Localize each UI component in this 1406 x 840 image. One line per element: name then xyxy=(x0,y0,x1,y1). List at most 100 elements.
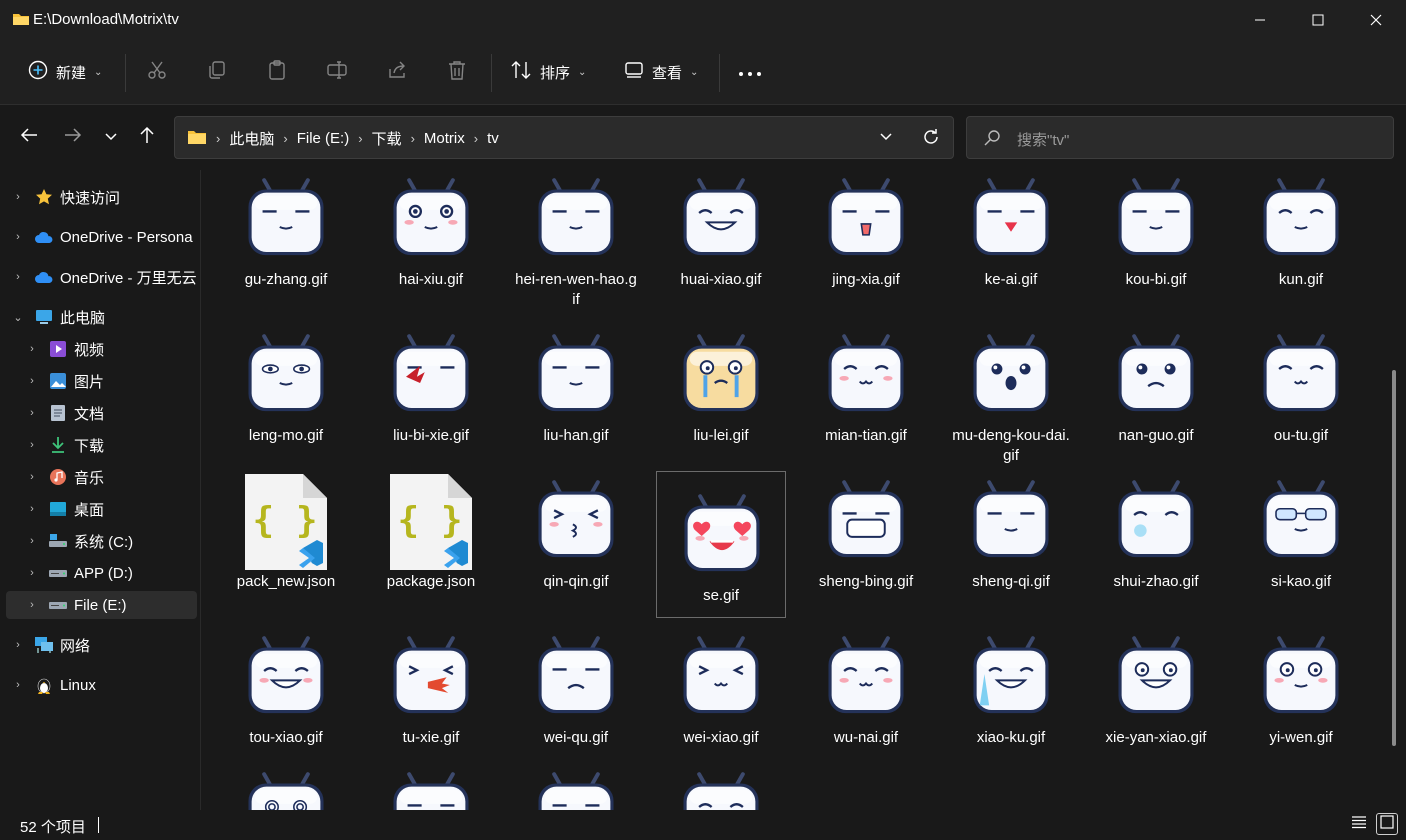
gif-file-tile[interactable] xyxy=(511,764,641,810)
new-button[interactable]: 新建 ⌄ xyxy=(28,54,102,90)
gif-file-tile[interactable]: ou-tu.gif xyxy=(1236,326,1366,446)
gif-file-tile[interactable]: qin-qin.gif xyxy=(511,472,641,592)
more-options-button[interactable] xyxy=(738,54,762,90)
sidebar-item[interactable]: › 快速访问 xyxy=(6,183,197,211)
paste-button[interactable] xyxy=(266,54,288,90)
chevron-right-icon[interactable]: › xyxy=(24,471,40,483)
chevron-right-icon[interactable]: › xyxy=(24,567,40,579)
json-file-tile[interactable]: { } package.json xyxy=(366,472,496,592)
chevron-down-icon[interactable]: ⌄ xyxy=(10,311,26,324)
maximize-button[interactable] xyxy=(1289,0,1347,40)
breadcrumb-separator-icon[interactable]: › xyxy=(411,131,415,146)
breadcrumb-item[interactable]: 此电脑 xyxy=(229,128,274,149)
back-button[interactable] xyxy=(14,122,44,152)
gif-file-tile[interactable]: leng-mo.gif xyxy=(221,326,351,446)
gif-file-tile[interactable]: huai-xiao.gif xyxy=(656,170,786,290)
close-button[interactable] xyxy=(1347,0,1405,40)
breadcrumb-item[interactable]: File (E:) xyxy=(297,130,350,147)
gif-file-tile[interactable]: shui-zhao.gif xyxy=(1091,472,1221,592)
sidebar-item[interactable]: › Linux xyxy=(6,671,197,699)
gif-file-tile[interactable]: gu-zhang.gif xyxy=(221,170,351,290)
refresh-icon[interactable] xyxy=(921,127,941,151)
gif-file-tile[interactable]: jing-xia.gif xyxy=(801,170,931,290)
large-icons-view-button[interactable] xyxy=(1376,813,1398,835)
gif-file-tile[interactable]: hai-xiu.gif xyxy=(366,170,496,290)
gif-file-tile[interactable]: mian-tian.gif xyxy=(801,326,931,446)
breadcrumb-separator-icon[interactable]: › xyxy=(283,131,287,146)
cut-button[interactable] xyxy=(146,54,168,90)
breadcrumb-item[interactable]: tv xyxy=(487,130,499,147)
search-box[interactable]: 搜索"tv" xyxy=(966,116,1394,159)
address-bar[interactable]: › 此电脑 › File (E:) › 下载 › Motrix › tv xyxy=(174,116,954,159)
gif-file-tile[interactable]: kou-bi.gif xyxy=(1091,170,1221,290)
chevron-right-icon[interactable]: › xyxy=(24,535,40,547)
gif-file-tile[interactable]: sheng-qi.gif xyxy=(946,472,1076,592)
gif-file-tile[interactable]: xiao-ku.gif xyxy=(946,628,1076,748)
delete-button[interactable] xyxy=(446,54,468,90)
gif-file-tile[interactable]: tu-xie.gif xyxy=(366,628,496,748)
title-bar[interactable]: E:\Download\Motrix\tv xyxy=(0,0,1406,40)
chevron-right-icon[interactable]: › xyxy=(24,599,40,611)
gif-file-tile[interactable]: wu-nai.gif xyxy=(801,628,931,748)
gif-file-tile[interactable]: yi-wen.gif xyxy=(1236,628,1366,748)
vertical-scrollbar-thumb[interactable] xyxy=(1392,370,1396,746)
breadcrumb-item[interactable]: Motrix xyxy=(424,130,465,147)
sidebar-item[interactable]: › 视频 xyxy=(6,335,197,363)
copy-button[interactable] xyxy=(206,54,228,90)
chevron-right-icon[interactable]: › xyxy=(24,343,40,355)
gif-file-tile[interactable]: liu-bi-xie.gif xyxy=(366,326,496,446)
gif-file-tile[interactable]: liu-han.gif xyxy=(511,326,641,446)
gif-file-tile[interactable]: hei-ren-wen-hao.gif xyxy=(511,170,641,310)
sidebar-item[interactable]: › 网络 xyxy=(6,631,197,659)
gif-file-tile[interactable] xyxy=(366,764,496,810)
view-button[interactable]: 查看 ⌄ xyxy=(624,54,698,90)
rename-button[interactable] xyxy=(326,54,348,90)
up-button[interactable] xyxy=(132,122,162,152)
chevron-right-icon[interactable]: › xyxy=(24,407,40,419)
sidebar-item[interactable]: › 下载 xyxy=(6,431,197,459)
sidebar-item[interactable]: › 桌面 xyxy=(6,495,197,523)
sidebar-item[interactable]: › OneDrive - Persona xyxy=(6,223,197,251)
minimize-button[interactable] xyxy=(1231,0,1289,40)
gif-file-tile[interactable]: xie-yan-xiao.gif xyxy=(1091,628,1221,748)
sidebar-item[interactable]: ⌄ 此电脑 xyxy=(6,303,197,331)
gif-file-tile[interactable]: nan-guo.gif xyxy=(1091,326,1221,446)
chevron-right-icon[interactable]: › xyxy=(10,679,26,691)
breadcrumb-item[interactable]: 下载 xyxy=(372,128,402,149)
gif-file-tile[interactable]: kun.gif xyxy=(1236,170,1366,290)
chevron-right-icon[interactable]: › xyxy=(10,271,26,283)
sidebar-item[interactable]: › File (E:) xyxy=(6,591,197,619)
sidebar-item[interactable]: › APP (D:) xyxy=(6,559,197,587)
json-file-tile[interactable]: { } pack_new.json xyxy=(221,472,351,592)
chevron-right-icon[interactable]: › xyxy=(24,439,40,451)
sidebar-item[interactable]: › 文档 xyxy=(6,399,197,427)
breadcrumb-separator-icon[interactable]: › xyxy=(358,131,362,146)
gif-file-tile[interactable]: se.gif xyxy=(656,471,786,618)
breadcrumb-separator-icon[interactable]: › xyxy=(216,131,220,146)
gif-file-tile[interactable]: sheng-bing.gif xyxy=(801,472,931,592)
chevron-right-icon[interactable]: › xyxy=(10,639,26,651)
recent-locations-button[interactable] xyxy=(96,122,126,152)
share-button[interactable] xyxy=(386,54,408,90)
sidebar-item[interactable]: › 图片 xyxy=(6,367,197,395)
sidebar-item[interactable]: › OneDrive - 万里无云 xyxy=(6,263,197,291)
sidebar-item[interactable]: › 音乐 xyxy=(6,463,197,491)
gif-file-tile[interactable]: wei-xiao.gif xyxy=(656,628,786,748)
gif-file-tile[interactable] xyxy=(656,764,786,810)
sidebar-item[interactable]: › 系统 (C:) xyxy=(6,527,197,555)
forward-button[interactable] xyxy=(58,122,88,152)
gif-file-tile[interactable]: ke-ai.gif xyxy=(946,170,1076,290)
gif-file-tile[interactable]: wei-qu.gif xyxy=(511,628,641,748)
gif-file-tile[interactable] xyxy=(221,764,351,810)
chevron-right-icon[interactable]: › xyxy=(24,503,40,515)
chevron-right-icon[interactable]: › xyxy=(24,375,40,387)
breadcrumb-separator-icon[interactable]: › xyxy=(474,131,478,146)
chevron-down-icon[interactable] xyxy=(879,129,893,146)
chevron-right-icon[interactable]: › xyxy=(10,231,26,243)
gif-file-tile[interactable]: liu-lei.gif xyxy=(656,326,786,446)
gif-file-tile[interactable]: si-kao.gif xyxy=(1236,472,1366,592)
sort-button[interactable]: 排序 ⌄ xyxy=(510,54,586,90)
gif-file-tile[interactable]: tou-xiao.gif xyxy=(221,628,351,748)
gif-file-tile[interactable]: mu-deng-kou-dai.gif xyxy=(946,326,1076,466)
details-view-button[interactable] xyxy=(1348,813,1370,835)
